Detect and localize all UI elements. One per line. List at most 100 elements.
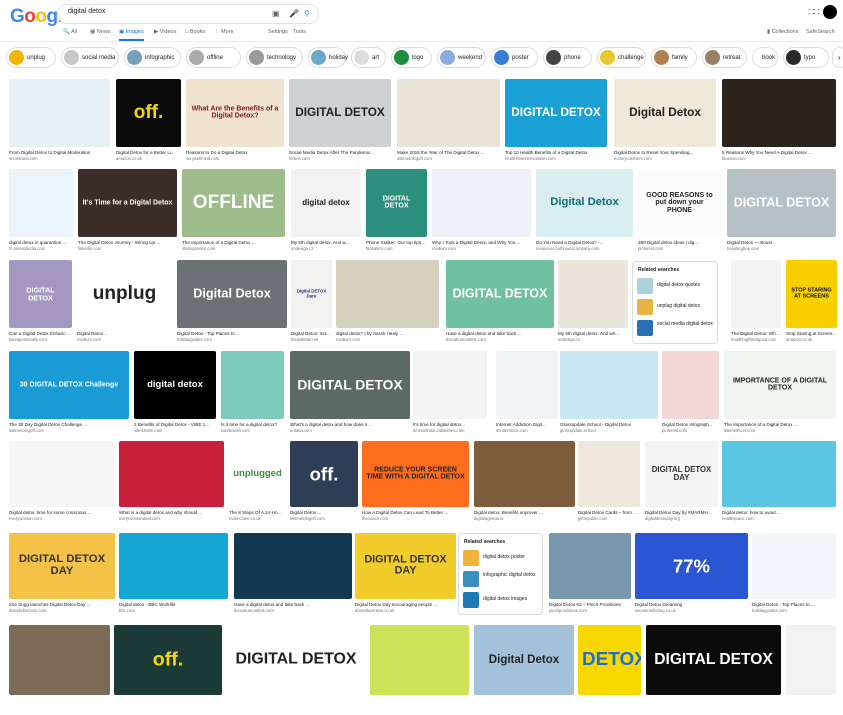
result-title[interactable]: Have a digital detox and take back ... bbox=[446, 331, 554, 336]
result-title[interactable]: Digital detox: Benefits unprover ... bbox=[474, 510, 575, 515]
image-result[interactable]: Internet Addiction Digit... shutterstock.… bbox=[496, 351, 558, 439]
chip-offline[interactable]: offline bbox=[186, 47, 241, 68]
image-result[interactable]: Glossopdale School - Digital Detox glosso… bbox=[560, 351, 658, 439]
related-search-item[interactable]: social media digital detox bbox=[637, 319, 713, 337]
image-result[interactable]: off. Digital Detox for a Better Li... amaz… bbox=[116, 79, 181, 167]
result-title[interactable]: Digital Detox Infograph... bbox=[662, 422, 719, 427]
image-result[interactable]: DIGITAL DETOX Phone Stalker: Our top tips… bbox=[366, 169, 427, 257]
result-thumbnail[interactable] bbox=[752, 533, 836, 599]
result-title[interactable]: Stop Staring at Screen... bbox=[786, 331, 837, 336]
result-thumbnail[interactable] bbox=[234, 533, 352, 599]
image-result[interactable]: STOP STARING AT SCREENS Stop Staring at S… bbox=[786, 260, 837, 348]
image-result[interactable] bbox=[370, 625, 469, 715]
image-result[interactable]: It's Time for a Digital Detox The Digital… bbox=[78, 169, 177, 257]
image-result[interactable]: Digital detox: Benefits unprover ... digi… bbox=[474, 441, 575, 527]
chip-weekend[interactable]: weekend bbox=[437, 47, 486, 68]
result-thumbnail[interactable]: off. bbox=[116, 79, 181, 147]
result-thumbnail[interactable]: DIGITAL DETOX bbox=[289, 79, 391, 147]
result-title[interactable]: digital detox in quarantine ... bbox=[9, 240, 73, 245]
result-thumbnail[interactable] bbox=[336, 260, 439, 328]
result-thumbnail[interactable]: DIGITAL DETOX bbox=[9, 260, 72, 328]
chip-infographic[interactable]: infographic bbox=[124, 47, 181, 68]
tab-all[interactable]: 🔍 All bbox=[63, 29, 77, 35]
image-result[interactable]: 30 DIGITAL DETOX Challenge The 30 Day Dig… bbox=[9, 351, 129, 439]
image-result[interactable]: Digital Detox Infograph... pinterest.com bbox=[662, 351, 719, 439]
result-thumbnail[interactable]: Digital Detox bbox=[536, 169, 633, 237]
result-thumbnail[interactable]: DIGITAL DETOX bbox=[505, 79, 607, 147]
image-result[interactable]: DIGITAL DETOX DAY Zoe Sugg launches Digit… bbox=[9, 533, 115, 619]
image-result[interactable]: digital detox My 5th digital detox. And w… bbox=[291, 169, 361, 257]
result-title[interactable]: The 30 Day Digital Detox Challenge ... bbox=[9, 422, 129, 427]
result-thumbnail[interactable] bbox=[9, 169, 73, 237]
result-thumbnail[interactable] bbox=[432, 169, 531, 237]
result-title[interactable]: Digital Detox Kit – Pinch Provisions bbox=[549, 602, 631, 607]
image-result[interactable]: unplugged The 8 Steps Of A 24-Ho... mariec… bbox=[229, 441, 286, 527]
image-result[interactable]: It's time for digital detox... timesofind… bbox=[413, 351, 487, 439]
result-title[interactable]: digital detox? | by Sarah Healy ... bbox=[336, 331, 439, 336]
result-thumbnail[interactable]: unplugged bbox=[229, 441, 286, 507]
image-result[interactable]: REDUCE YOUR SCREEN TIME WITH A DIGITAL D… bbox=[362, 441, 469, 527]
result-thumbnail[interactable] bbox=[474, 441, 575, 507]
image-result[interactable] bbox=[9, 625, 110, 715]
image-result[interactable]: digital detox? | by Sarah Healy ... mediu… bbox=[336, 260, 439, 348]
chip-challenge[interactable]: challenge bbox=[597, 47, 646, 68]
result-thumbnail[interactable]: REDUCE YOUR SCREEN TIME WITH A DIGITAL D… bbox=[362, 441, 469, 507]
apps-grid-icon[interactable]: ∷∷ bbox=[808, 7, 820, 18]
settings-link[interactable]: Settings bbox=[268, 29, 288, 35]
result-title[interactable]: Digital Detox ... bbox=[290, 510, 358, 515]
result-thumbnail[interactable] bbox=[722, 79, 836, 147]
tools-link[interactable]: Tools bbox=[293, 29, 306, 35]
result-thumbnail[interactable]: DIGITAL DETOX DAY bbox=[355, 533, 456, 599]
image-result[interactable]: DIGITAL DETOX DAY Digital Detox Day encou… bbox=[355, 533, 456, 619]
chip-logo[interactable]: logo bbox=[391, 47, 432, 68]
result-title[interactable]: Reasons to Do a Digital Detox bbox=[186, 150, 284, 155]
result-title[interactable]: My 5th digital detox. And wh... bbox=[558, 331, 628, 336]
image-result[interactable]: Have a digital detox and take back ... th… bbox=[234, 533, 352, 619]
result-thumbnail[interactable] bbox=[560, 351, 658, 419]
result-title[interactable]: What's a digital detox and how does it .… bbox=[290, 422, 410, 427]
result-thumbnail[interactable] bbox=[496, 351, 558, 419]
result-title[interactable]: Social Media Detox After The Pandemic... bbox=[289, 150, 391, 155]
image-result[interactable]: DIGITAL DETOX bbox=[646, 625, 781, 715]
result-thumbnail[interactable] bbox=[221, 351, 284, 419]
result-title[interactable]: Make 2018 the Year of The Digital Detox … bbox=[397, 150, 500, 155]
result-title[interactable]: Digital Detox for a Better Li... bbox=[116, 150, 181, 155]
search-box[interactable]: digital detox ▣ 🎤 ⚲ bbox=[57, 4, 319, 24]
result-thumbnail[interactable]: unplug bbox=[77, 260, 172, 328]
result-thumbnail[interactable] bbox=[9, 625, 110, 695]
result-title[interactable]: Have a digital detox and take back ... bbox=[234, 602, 352, 607]
result-title[interactable]: Why I Took a Digital Detox, and Why You … bbox=[432, 240, 531, 245]
avatar[interactable] bbox=[823, 5, 837, 19]
tab-news[interactable]: ▦ News bbox=[90, 29, 111, 35]
result-title[interactable]: Digital Detox: mission failed ... bbox=[291, 331, 332, 336]
result-title[interactable]: It's time for digital detox... bbox=[413, 422, 487, 427]
result-title[interactable]: Can a Digital Detox Enhance ... bbox=[9, 331, 72, 336]
image-result[interactable]: What is a digital detox and why should .… bbox=[119, 441, 224, 527]
result-title[interactable]: Zoe Sugg launches Digital Detox Day ... bbox=[9, 602, 115, 607]
result-thumbnail[interactable]: DIGITAL DETOX bbox=[646, 625, 781, 695]
related-search-item[interactable]: digital detox quotes bbox=[637, 277, 713, 295]
image-result[interactable]: Digital detox: how to avoid ... healthspa… bbox=[722, 441, 836, 527]
result-thumbnail[interactable]: IMPORTANCE OF A DIGITAL DETOX bbox=[724, 351, 836, 419]
result-thumbnail[interactable] bbox=[9, 441, 115, 507]
result-thumbnail[interactable]: DIGITAL DETOX bbox=[366, 169, 427, 237]
chip-retreat[interactable]: retreat bbox=[702, 47, 747, 68]
result-title[interactable]: The 8 Steps Of A 24-Ho... bbox=[229, 510, 286, 515]
result-title[interactable]: What is a digital detox and why should .… bbox=[119, 510, 224, 515]
image-result[interactable]: Digital detox - BBC Worklife bbc.com bbox=[119, 533, 228, 619]
image-result[interactable]: 77% Digital Detox Dreaming weeatmarketing.… bbox=[635, 533, 748, 619]
result-title[interactable]: The Digital Detox: What... bbox=[731, 331, 781, 336]
result-thumbnail[interactable]: 77% bbox=[635, 533, 748, 599]
image-result[interactable]: 5 Reasons Why You Need A Digital Detox .… bbox=[722, 79, 836, 167]
chip-social-media[interactable]: social media bbox=[61, 47, 119, 68]
camera-icon[interactable]: ▣ bbox=[272, 8, 280, 20]
related-search-item[interactable]: infographic digital detox bbox=[463, 570, 538, 588]
result-thumbnail[interactable]: DIGITAL DETOX bbox=[227, 625, 365, 695]
result-thumbnail[interactable]: DIGITAL DETOX bbox=[727, 169, 836, 237]
result-title[interactable]: Internet Addiction Digit... bbox=[496, 422, 558, 427]
image-result[interactable]: The Digital Detox: What... healthhighlite… bbox=[731, 260, 781, 348]
result-title[interactable]: My 5th digital detox. And w... bbox=[291, 240, 361, 245]
image-result[interactable]: IMPORTANCE OF A DIGITAL DETOX The Importa… bbox=[724, 351, 836, 439]
result-title[interactable]: 3 Benefits of Digital Detox - VIBE 1... bbox=[134, 422, 216, 427]
image-result[interactable]: Digital Detox Digital Detox - Top Places … bbox=[177, 260, 287, 348]
